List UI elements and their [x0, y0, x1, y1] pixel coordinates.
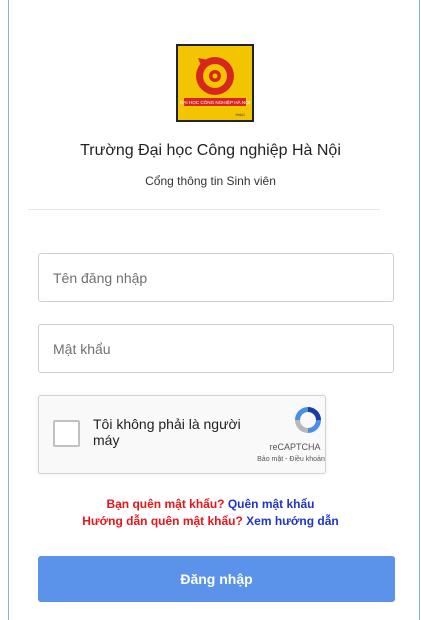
forgot-password-line: Bạn quên mật khẩu? Quên mật khẩu: [0, 497, 421, 511]
login-button[interactable]: Đăng nhập: [38, 556, 395, 602]
username-input[interactable]: [38, 253, 394, 302]
portal-name: Cổng thông tin Sinh viên: [145, 174, 276, 188]
university-logo: ĐẠI HỌC CÔNG NGHIỆP HÀ NỘI HaUI: [176, 44, 254, 122]
recaptcha-brand: reCAPTCHA: [269, 442, 321, 452]
school-name: Trường Đại học Công nghiệp Hà Nội: [80, 142, 341, 159]
logo-text: ĐẠI HỌC CÔNG NGHIỆP HÀ NỘI: [180, 98, 250, 105]
forgot-password-link[interactable]: Quên mật khẩu: [228, 497, 315, 511]
guide-line: Hướng dẫn quên mật khẩu? Xem hướng dẫn: [0, 514, 421, 528]
recaptcha-widget: Tôi không phải là người máy reCAPTCHA Bả…: [38, 395, 326, 474]
recaptcha-checkbox[interactable]: [53, 420, 80, 447]
recaptcha-label: Tôi không phải là người máy: [93, 416, 241, 448]
guide-question: Hướng dẫn quên mật khẩu?: [82, 514, 243, 528]
forgot-password-question: Bạn quên mật khẩu?: [106, 497, 225, 511]
logo-abbr: HaUI: [235, 112, 244, 117]
divider: [28, 209, 380, 210]
recaptcha-links[interactable]: Bảo mật - Điều khoản: [253, 456, 329, 463]
recaptcha-icon: [292, 404, 324, 441]
password-input[interactable]: [38, 324, 394, 373]
guide-link[interactable]: Xem hướng dẫn: [246, 514, 339, 528]
